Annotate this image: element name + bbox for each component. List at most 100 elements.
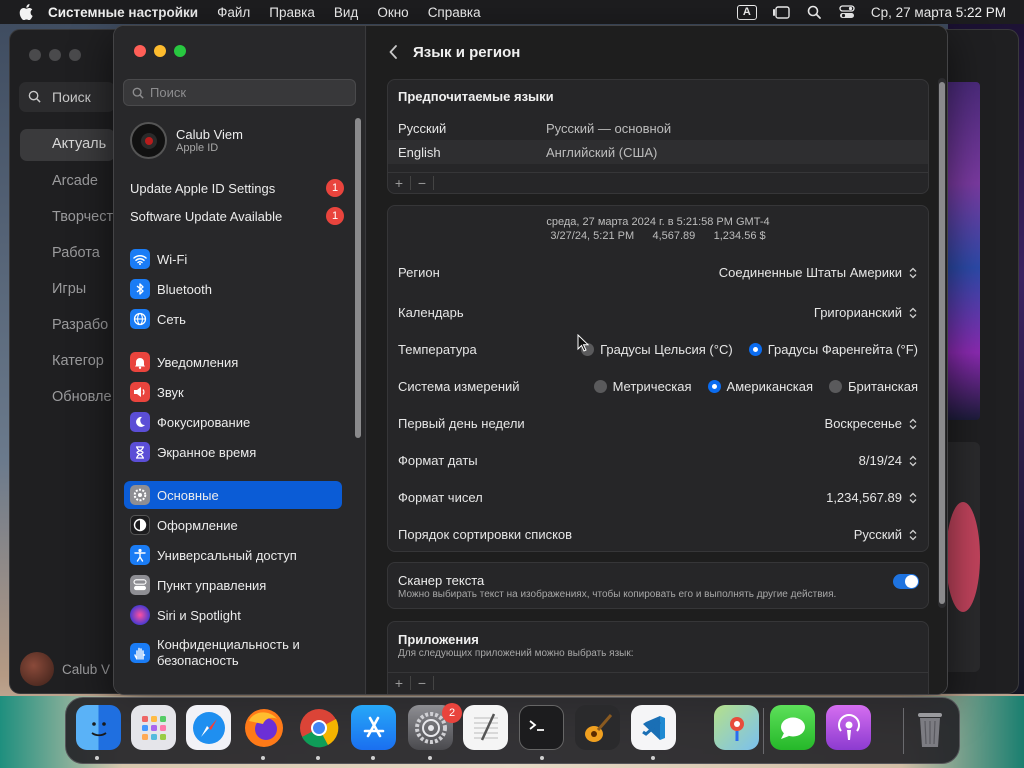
terminal-icon[interactable] bbox=[519, 705, 564, 750]
background-nav-item[interactable]: Игры bbox=[52, 281, 86, 297]
background-nav-item[interactable]: Творчест bbox=[52, 209, 113, 225]
notification-badge: 1 bbox=[326, 207, 344, 225]
sidebar-item-appearance[interactable]: Оформление bbox=[124, 511, 342, 539]
sidebar-item-accessibility[interactable]: Универсальный доступ bbox=[124, 541, 342, 569]
sidebar-item-focus[interactable]: Фокусирование bbox=[124, 408, 342, 436]
date-format-select[interactable]: 8/19/24 bbox=[859, 453, 918, 469]
input-source-icon[interactable]: A bbox=[736, 4, 757, 20]
background-search-field[interactable]: Поиск bbox=[19, 82, 115, 112]
background-nav-item[interactable]: Обновле bbox=[52, 389, 112, 405]
language-row[interactable]: English Английский (США) bbox=[388, 140, 928, 164]
search-input[interactable]: Поиск bbox=[123, 79, 356, 106]
remove-language-button[interactable]: − bbox=[411, 175, 433, 191]
sidebar-item-notifications[interactable]: Уведомления bbox=[124, 348, 342, 376]
garageband-icon[interactable] bbox=[575, 705, 620, 750]
fahrenheit-radio[interactable]: Градусы Фаренгейта (°F) bbox=[748, 342, 918, 357]
background-nav-item[interactable]: Категор bbox=[52, 353, 104, 369]
software-update-available[interactable]: Software Update Available 1 bbox=[130, 207, 344, 225]
language-desc: Английский (США) bbox=[546, 144, 658, 160]
sidebar-item-wifi[interactable]: Wi-Fi bbox=[124, 245, 342, 273]
language-row[interactable]: Русский Русский — основной bbox=[388, 116, 928, 140]
content-scrollbar[interactable] bbox=[938, 78, 946, 608]
metric-radio[interactable]: Метрическая bbox=[593, 379, 692, 394]
user-subtitle: Apple ID bbox=[176, 142, 219, 154]
close-button[interactable] bbox=[134, 45, 146, 57]
background-nav-item[interactable]: Работа bbox=[52, 245, 100, 261]
language-desc: Русский — основной bbox=[546, 120, 672, 136]
app-store-icon[interactable] bbox=[351, 705, 396, 750]
calendar-select[interactable]: Григорианский bbox=[814, 305, 918, 321]
temperature-row: Температура Градусы Цельсия (°C) Градусы… bbox=[388, 331, 928, 368]
back-button[interactable] bbox=[383, 42, 403, 62]
sidebar-item-control-center[interactable]: Пункт управления bbox=[124, 571, 342, 599]
chevron-updown-icon bbox=[907, 416, 918, 432]
sidebar-item-label: Wi-Fi bbox=[157, 251, 188, 267]
zoom-button[interactable] bbox=[174, 45, 186, 57]
vscode-icon[interactable] bbox=[631, 705, 676, 750]
sidebar-item-bluetooth[interactable]: Bluetooth bbox=[124, 275, 342, 303]
firefox-icon[interactable] bbox=[241, 705, 286, 750]
add-app-button[interactable]: + bbox=[388, 675, 410, 691]
content-pane: Язык и регион Предпочитаемые языки Русск… bbox=[367, 26, 947, 694]
background-nav-item[interactable]: Arcade bbox=[52, 173, 98, 189]
minimize-button[interactable] bbox=[154, 45, 166, 57]
menu-help[interactable]: Справка bbox=[428, 5, 481, 20]
sort-order-select[interactable]: Русский bbox=[854, 527, 918, 543]
sidebar-item-screen-time[interactable]: Экранное время bbox=[124, 438, 342, 466]
first-day-row: Первый день недели Воскресенье bbox=[388, 405, 928, 442]
messages-icon[interactable] bbox=[770, 705, 815, 750]
live-text-toggle[interactable] bbox=[893, 574, 919, 589]
preferred-languages-card: Предпочитаемые языки Русский Русский — о… bbox=[387, 79, 929, 194]
remove-app-button[interactable]: − bbox=[411, 675, 433, 691]
menu-file[interactable]: Файл bbox=[217, 5, 250, 20]
background-nav-item[interactable]: Актуаль bbox=[20, 129, 115, 161]
add-language-button[interactable]: + bbox=[388, 175, 410, 191]
celsius-radio[interactable]: Градусы Цельсия (°C) bbox=[581, 342, 733, 357]
region-select[interactable]: Соединенные Штаты Америки bbox=[719, 265, 918, 281]
podcasts-icon[interactable] bbox=[826, 705, 871, 750]
measurement-row: Система измерений Метрическая Американск… bbox=[388, 368, 928, 405]
globe-icon bbox=[130, 309, 150, 329]
sidebar-item-label: Конфиденциальность и безопасность bbox=[157, 637, 300, 668]
number-format-select[interactable]: 1,234,567.89 bbox=[826, 490, 918, 506]
maps-icon[interactable] bbox=[714, 705, 759, 750]
radio-label: Градусы Цельсия (°C) bbox=[600, 342, 733, 357]
update-apple-id-settings[interactable]: Update Apple ID Settings 1 bbox=[130, 179, 344, 197]
sidebar-item-label: Сеть bbox=[157, 311, 186, 327]
background-user[interactable]: Calub V bbox=[20, 652, 110, 686]
bluetooth-icon bbox=[130, 279, 150, 299]
menu-window[interactable]: Окно bbox=[377, 5, 408, 20]
sidebar-item-general[interactable]: Основные bbox=[124, 481, 342, 509]
sidebar-item-privacy-security[interactable]: Конфиденциальность и безопасность bbox=[124, 635, 342, 671]
first-day-select[interactable]: Воскресенье bbox=[825, 416, 918, 432]
row-value: Григорианский bbox=[813, 305, 902, 320]
sidebar-item-network[interactable]: Сеть bbox=[124, 305, 342, 333]
search-icon bbox=[28, 90, 41, 103]
chrome-icon[interactable] bbox=[296, 705, 341, 750]
launchpad-icon[interactable] bbox=[131, 705, 176, 750]
menu-app-name[interactable]: Системные настройки bbox=[48, 5, 198, 20]
sidebar-scrollbar[interactable] bbox=[355, 118, 361, 438]
sidebar-item-label: Основные bbox=[157, 487, 219, 503]
menu-edit[interactable]: Правка bbox=[269, 5, 315, 20]
menu-clock[interactable]: Ср, 27 марта 5:22 PM bbox=[871, 5, 1006, 20]
safari-icon[interactable] bbox=[186, 705, 231, 750]
control-center-icon[interactable] bbox=[838, 4, 856, 20]
uk-radio[interactable]: Британская bbox=[829, 379, 918, 394]
sidebar-item-sound[interactable]: Звук bbox=[124, 378, 342, 406]
apple-id-account[interactable]: Calub Viem Apple ID bbox=[130, 122, 243, 159]
applications-description: Для следующих приложений можно выбрать я… bbox=[398, 648, 634, 659]
us-radio[interactable]: Американская bbox=[707, 379, 813, 394]
stage-manager-icon[interactable] bbox=[772, 4, 790, 20]
menu-view[interactable]: Вид bbox=[334, 5, 358, 20]
finder-icon[interactable] bbox=[76, 705, 121, 750]
avatar bbox=[20, 652, 54, 686]
trash-icon[interactable] bbox=[907, 705, 952, 750]
spotlight-search-icon[interactable] bbox=[805, 4, 823, 20]
background-nav-item[interactable]: Разрабо bbox=[52, 317, 108, 333]
apple-menu-icon[interactable] bbox=[18, 4, 34, 20]
sidebar-item-siri-spotlight[interactable]: Siri и Spotlight bbox=[124, 601, 342, 629]
sort-order-row: Порядок сортировки списков Русский bbox=[388, 516, 928, 551]
textedit-icon[interactable] bbox=[463, 705, 508, 750]
search-placeholder: Поиск bbox=[150, 85, 187, 100]
